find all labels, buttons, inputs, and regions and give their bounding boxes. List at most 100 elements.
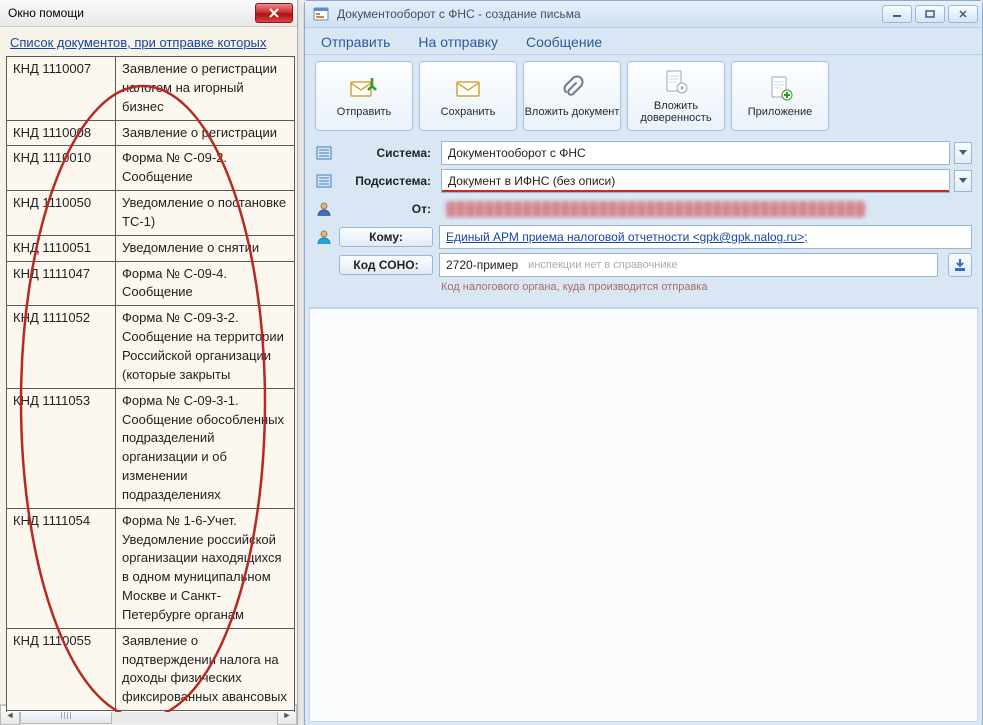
main-window: Документооборот с ФНС - создание письма …	[304, 0, 983, 725]
system-row: Система: Документооборот с ФНС	[315, 141, 972, 165]
system-field[interactable]: Документооборот с ФНС	[441, 141, 950, 165]
blank-icon	[315, 256, 333, 274]
document-gear-icon	[660, 68, 692, 96]
doc-code: КНД 1110007	[7, 57, 116, 121]
list-icon	[315, 144, 333, 162]
message-content-pane[interactable]	[309, 307, 978, 722]
doc-text: Заявление о регистрации налогом на игорн…	[116, 57, 295, 121]
save-button[interactable]: Сохранить	[419, 61, 517, 131]
doc-text: Заявление о применении проектов, для кот…	[116, 711, 295, 712]
doc-code: КНД 1110008	[7, 120, 116, 146]
doc-text: Форма № С-09-4. Сообщение	[116, 261, 295, 306]
download-icon	[953, 258, 967, 272]
tab-send[interactable]: Отправить	[321, 34, 390, 54]
sono-inline-hint: инспекции нет в справочнике	[528, 259, 677, 271]
help-body: Список документов, при отправке которых …	[0, 27, 297, 712]
form-area: Система: Документооборот с ФНС Подсистем…	[305, 137, 982, 301]
tab-outbox[interactable]: На отправку	[418, 34, 498, 54]
doc-code: КНД 1110055	[7, 628, 116, 710]
help-heading-link[interactable]: Список документов, при отправке которых	[6, 35, 295, 56]
app-icon	[313, 6, 329, 22]
doc-text: Уведомление о постановке ТС-1)	[116, 191, 295, 236]
doc-text: Форма № 1-6-Учет. Уведомление российской…	[116, 508, 295, 628]
sono-field[interactable]: 2720-пример инспекции нет в справочнике	[439, 253, 938, 277]
button-label: Приложение	[748, 106, 813, 118]
sono-lookup-button[interactable]	[948, 253, 972, 277]
attach-poa-button[interactable]: Вложить доверенность	[627, 61, 725, 131]
list-icon	[315, 172, 333, 190]
table-row: КНД 1110010Форма № С-09-2. Сообщение	[7, 146, 295, 191]
doc-code: КНД 1110056	[7, 711, 116, 712]
table-row: КНД 1111052Форма № С-09-3-2. Сообщение н…	[7, 306, 295, 388]
envelope-icon	[452, 74, 484, 102]
dropdown-caret[interactable]	[954, 142, 972, 164]
subsystem-row: Подсистема: Документ в ИФНС (без описи)	[315, 169, 972, 193]
table-row: КНД 1110056Заявление о применении проект…	[7, 711, 295, 712]
doc-text: Заявление о регистрации	[116, 120, 295, 146]
tab-message[interactable]: Сообщение	[526, 34, 602, 54]
doc-code: КНД 1111052	[7, 306, 116, 388]
help-close-button[interactable]	[255, 3, 293, 23]
table-row: КНД 1110051Уведомление о снятии	[7, 235, 295, 261]
close-icon	[268, 8, 280, 18]
system-dropdown[interactable]: Документооборот с ФНС	[441, 141, 972, 165]
help-table: КНД 1110007Заявление о регистрации налог…	[6, 56, 295, 712]
help-titlebar: Окно помощи	[0, 0, 297, 27]
maximize-button[interactable]	[915, 5, 945, 23]
paperclip-icon	[556, 74, 588, 102]
button-label: Вложить доверенность	[628, 100, 724, 124]
sono-hint: Код налогового органа, куда производится…	[315, 281, 972, 293]
from-field: ████████████████████████████████████████…	[441, 198, 972, 220]
button-label: Сохранить	[441, 106, 496, 118]
user-icon	[315, 200, 333, 218]
toolbar: Отправить Сохранить Вложить документ Вло…	[305, 55, 982, 137]
doc-code: КНД 1110051	[7, 235, 116, 261]
window-buttons	[882, 5, 978, 23]
doc-code: КНД 1111053	[7, 388, 116, 508]
sono-button[interactable]: Код СОНО:	[339, 255, 433, 275]
user-blue-icon	[315, 228, 333, 246]
button-label: Отправить	[337, 106, 392, 118]
doc-text: Уведомление о снятии	[116, 235, 295, 261]
doc-text: Форма № С-09-3-2. Сообщение на территори…	[116, 306, 295, 388]
doc-text: Форма № С-09-2. Сообщение	[116, 146, 295, 191]
table-row: КНД 1110050Уведомление о постановке ТС-1…	[7, 191, 295, 236]
subsystem-label: Подсистема:	[339, 174, 435, 188]
document-add-icon	[764, 74, 796, 102]
main-titlebar: Документооборот с ФНС - создание письма	[305, 1, 982, 28]
table-row: КНД 1111047Форма № С-09-4. Сообщение	[7, 261, 295, 306]
doc-code: КНД 1111047	[7, 261, 116, 306]
table-row: КНД 1110008Заявление о регистрации	[7, 120, 295, 146]
from-row: От: ████████████████████████████████████…	[315, 197, 972, 221]
to-row: Кому: Единый АРМ приема налоговой отчетн…	[315, 225, 972, 249]
tabs: Отправить На отправку Сообщение	[305, 28, 982, 55]
doc-text: Заявление о подтверждении налога на дохо…	[116, 628, 295, 710]
to-field[interactable]: Единый АРМ приема налоговой отчетности <…	[439, 225, 972, 249]
sono-row: Код СОНО: 2720-пример инспекции нет в сп…	[315, 253, 972, 277]
attachment-app-button[interactable]: Приложение	[731, 61, 829, 131]
close-button[interactable]	[948, 5, 978, 23]
doc-code: КНД 1110050	[7, 191, 116, 236]
table-row: КНД 1110055Заявление о подтверждении нал…	[7, 628, 295, 710]
table-row: КНД 1111053Форма № С-09-3-1. Сообщение о…	[7, 388, 295, 508]
from-label: От:	[339, 202, 435, 216]
dropdown-caret[interactable]	[954, 170, 972, 192]
minimize-button[interactable]	[882, 5, 912, 23]
system-label: Система:	[339, 146, 435, 160]
help-window: Окно помощи Список документов, при отпра…	[0, 0, 298, 725]
attach-document-button[interactable]: Вложить документ	[523, 61, 621, 131]
envelope-send-icon	[348, 74, 380, 102]
sono-value: 2720-пример	[446, 258, 518, 272]
help-title: Окно помощи	[8, 6, 249, 20]
send-button[interactable]: Отправить	[315, 61, 413, 131]
table-row: КНД 1111054Форма № 1-6-Учет. Уведомление…	[7, 508, 295, 628]
to-button[interactable]: Кому:	[339, 227, 433, 247]
subsystem-field[interactable]: Документ в ИФНС (без описи)	[441, 169, 950, 193]
main-window-title: Документооборот с ФНС - создание письма	[337, 7, 874, 21]
doc-text: Форма № С-09-3-1. Сообщение обособленных…	[116, 388, 295, 508]
doc-code: КНД 1111054	[7, 508, 116, 628]
subsystem-dropdown[interactable]: Документ в ИФНС (без описи)	[441, 169, 972, 193]
to-value: Единый АРМ приема налоговой отчетности <…	[446, 230, 808, 244]
doc-code: КНД 1110010	[7, 146, 116, 191]
button-label: Вложить документ	[525, 106, 620, 118]
